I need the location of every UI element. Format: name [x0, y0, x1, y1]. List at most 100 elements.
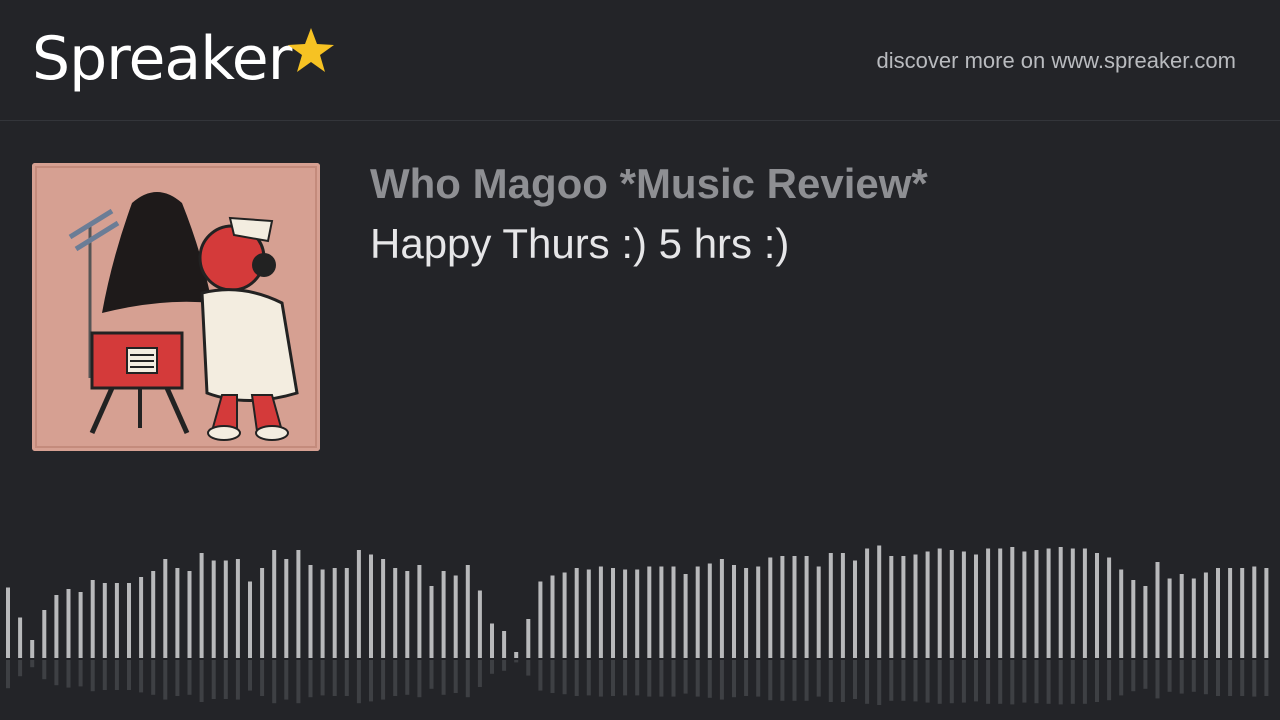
waveform-bar	[514, 652, 519, 658]
waveform-bar	[635, 569, 640, 658]
waveform-reflection	[211, 660, 216, 699]
waveform-bar	[574, 568, 579, 658]
waveform-reflection	[949, 660, 954, 704]
waveform-bar	[465, 565, 470, 658]
waveform-reflection	[840, 660, 845, 702]
waveform-bar	[913, 554, 918, 658]
waveform-reflection	[683, 660, 688, 694]
waveform-bar	[441, 571, 446, 658]
waveform-bar	[1240, 568, 1245, 658]
waveform-bar	[199, 553, 204, 658]
waveform-reflection	[1264, 660, 1269, 696]
waveform-bar	[611, 568, 615, 658]
show-title[interactable]: Who Magoo *Music Review*	[370, 158, 928, 210]
waveform-reflection	[393, 660, 398, 696]
waveform-reflection	[417, 660, 422, 698]
waveform-reflection	[550, 660, 555, 693]
waveform-reflection	[151, 660, 156, 695]
waveform-bar	[393, 568, 398, 658]
waveform-reflection	[102, 660, 107, 690]
audio-waveform[interactable]	[0, 500, 1280, 720]
waveform-bar	[877, 545, 882, 658]
discover-link[interactable]: discover more on www.spreaker.com	[877, 46, 1236, 76]
waveform-bar	[175, 568, 180, 658]
waveform-reflection	[889, 660, 894, 701]
waveform-reflection	[477, 660, 482, 687]
waveform-reflection	[223, 660, 228, 699]
waveform-reflection	[1010, 660, 1015, 705]
waveform-bar	[1022, 551, 1027, 658]
waveform-reflection	[514, 660, 519, 663]
waveform-reflection	[78, 660, 83, 687]
waveform-reflection	[574, 660, 579, 696]
waveform-reflection	[671, 660, 676, 697]
waveform-reflection	[381, 660, 386, 700]
waveform-bar	[526, 619, 531, 658]
waveform-bar	[974, 554, 978, 658]
waveform-reflection	[30, 660, 35, 668]
waveform-reflection	[695, 660, 700, 697]
waveform-bar	[477, 590, 482, 658]
waveform-bar	[816, 566, 821, 658]
waveform-bar	[78, 592, 83, 658]
waveform-bar	[248, 581, 252, 658]
waveform-reflection	[768, 660, 773, 701]
waveform-bar	[562, 572, 567, 658]
waveform-bar	[66, 589, 71, 658]
episode-title: Happy Thurs :) 5 hrs :)	[370, 220, 790, 267]
waveform-bar	[272, 550, 277, 658]
waveform-reflection	[1082, 660, 1087, 704]
waveform-reflection	[865, 660, 870, 704]
waveform-reflection	[356, 660, 361, 704]
waveform-reflection	[199, 660, 204, 702]
waveform-bar	[296, 550, 301, 658]
waveform-reflection	[961, 660, 966, 703]
waveform-bar	[54, 595, 59, 658]
waveform-reflection	[1070, 660, 1075, 704]
waveform-reflection	[127, 660, 131, 690]
waveform-reflection	[1252, 660, 1257, 697]
waveform-bar	[429, 586, 434, 658]
waveform-reflection	[1167, 660, 1172, 692]
waveform-bar	[1167, 578, 1172, 658]
waveform-bar	[538, 581, 543, 658]
waveform-bar	[937, 548, 942, 658]
waveform-reflection	[90, 660, 95, 692]
podcast-cover-art	[32, 163, 320, 451]
waveform-bar	[235, 559, 240, 658]
waveform-bar	[949, 550, 954, 658]
waveform-bar	[1046, 548, 1051, 658]
waveform-bar	[1252, 566, 1257, 658]
waveform-bar	[1228, 568, 1233, 658]
waveform-reflection	[913, 660, 918, 702]
waveform-bar	[102, 583, 107, 658]
waveform-reflection	[1058, 660, 1063, 705]
waveform-bar	[998, 548, 1003, 658]
waveform-reflection	[586, 660, 591, 696]
waveform-bar	[1155, 562, 1160, 658]
waveform-reflection	[659, 660, 664, 697]
waveform-bar	[1070, 548, 1075, 658]
waveform-bar	[308, 565, 313, 658]
waveform-reflection	[441, 660, 446, 695]
waveform-bar	[6, 587, 10, 658]
waveform-bar	[163, 559, 168, 658]
waveform-reflection	[877, 660, 882, 705]
waveform-bar	[671, 566, 676, 658]
spreaker-logo[interactable]: Spreaker	[32, 22, 335, 96]
waveform-reflection	[744, 660, 749, 696]
waveform-bar	[223, 560, 228, 658]
waveform-bar	[1095, 553, 1099, 658]
waveform-reflection	[1240, 660, 1245, 696]
star-icon	[287, 26, 335, 79]
waveform-bar	[695, 566, 700, 658]
waveform-reflection	[139, 660, 144, 693]
waveform-bar	[925, 551, 930, 658]
waveform-reflection	[1179, 660, 1184, 694]
waveform-reflection	[611, 660, 615, 696]
waveform-reflection	[1119, 660, 1124, 696]
waveform-bar	[30, 640, 35, 658]
waveform-bar	[647, 566, 652, 658]
waveform-reflection	[538, 660, 543, 691]
waveform-bar	[260, 568, 265, 658]
